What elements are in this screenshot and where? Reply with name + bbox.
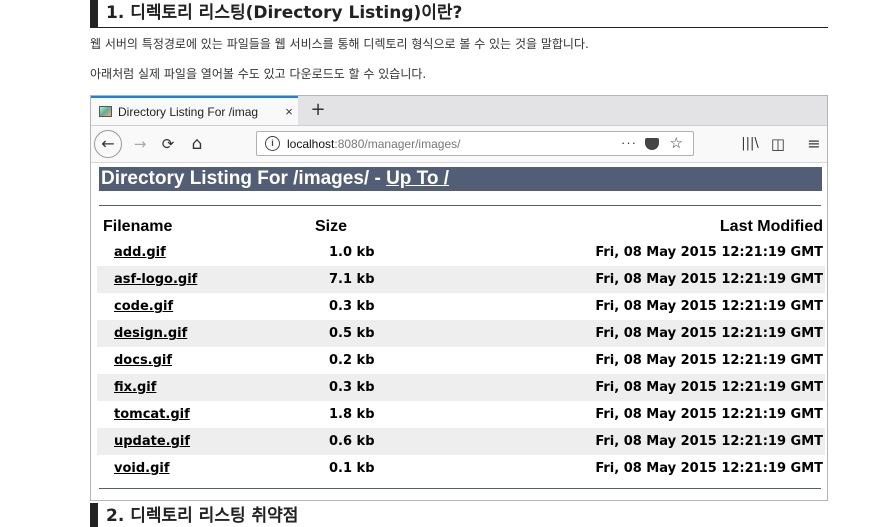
file-name-cell: code.gif — [97, 293, 309, 320]
file-modified: Fri, 08 May 2015 12:21:19 GMT — [595, 407, 823, 422]
table-row: docs.gif 0.2 kb Fri, 08 May 2015 12:21:19 … — [97, 347, 825, 374]
browser-screenshot: Directory Listing For /imag × + ← → ⟳ ⌂ … — [90, 95, 828, 501]
table-row: fix.gif 0.3 kb Fri, 08 May 2015 12:21:19 G… — [97, 374, 825, 401]
file-name-cell: tomcat.gif — [97, 401, 309, 428]
url-text[interactable]: localhost:8080/manager/images/ — [287, 137, 460, 151]
file-modified: Fri, 08 May 2015 12:21:19 GMT — [469, 428, 825, 455]
file-link[interactable]: code.gif — [114, 299, 173, 314]
new-tab-button[interactable]: + — [306, 98, 330, 122]
file-size: 1.0 kb — [329, 245, 375, 260]
page-content: Directory Listing For /images/ - Up To /… — [91, 167, 827, 489]
url-bar[interactable]: i localhost:8080/manager/images/ ··· ☆ — [256, 131, 694, 156]
star-icon[interactable]: ☆ — [670, 134, 683, 152]
url-path: :8080/manager/images/ — [334, 137, 461, 151]
file-modified: Fri, 08 May 2015 12:21:19 GMT — [595, 299, 823, 314]
home-button[interactable]: ⌂ — [186, 133, 208, 155]
file-link[interactable]: asf-logo.gif — [114, 272, 197, 287]
file-name-cell: add.gif — [97, 239, 309, 266]
file-name-cell: docs.gif — [97, 347, 309, 374]
column-header-modified: Last Modified — [719, 217, 823, 235]
column-header-filename: Filename — [103, 217, 173, 235]
up-link[interactable]: Up To / — [386, 168, 449, 189]
column-header-size: Size — [315, 217, 348, 235]
file-modified: Fri, 08 May 2015 12:21:19 GMT — [469, 320, 825, 347]
reload-button[interactable]: ⟳ — [157, 133, 179, 155]
file-size: 0.1 kb — [329, 461, 375, 476]
tab-title: Directory Listing For /imag — [118, 104, 259, 119]
file-size: 0.3 kb — [309, 374, 469, 401]
library-button[interactable]: |||\ — [739, 133, 761, 155]
file-link[interactable]: design.gif — [114, 326, 187, 341]
file-size: 0.3 kb — [329, 299, 375, 314]
file-listing-table: Filename Size Last Modified add.gif 1.0 k… — [97, 214, 825, 482]
file-size: 0.2 kb — [329, 353, 375, 368]
directory-title-text: Directory Listing For /images/ - — [101, 168, 387, 189]
intro-paragraph: 웹 서버의 특정경로에 있는 파일들을 웹 서비스를 통해 디렉토리 형식으로 … — [90, 37, 589, 51]
table-row: void.gif 0.1 kb Fri, 08 May 2015 12:21:19 … — [97, 455, 825, 482]
file-name-cell: fix.gif — [97, 374, 309, 401]
table-row: update.gif 0.6 kb Fri, 08 May 2015 12:21:1… — [97, 428, 825, 455]
table-header-row: Filename Size Last Modified — [97, 214, 825, 239]
file-link[interactable]: update.gif — [114, 434, 190, 449]
section-heading-1: 1. 디렉토리 리스팅(Directory Listing)이란? — [90, 0, 828, 28]
page-actions-button[interactable]: ··· — [621, 135, 637, 150]
forward-button[interactable]: → — [129, 133, 151, 155]
file-name-cell: design.gif — [97, 320, 309, 347]
file-size: 0.5 kb — [309, 320, 469, 347]
directory-title: Directory Listing For /images/ - Up To / — [99, 167, 822, 191]
divider — [99, 205, 821, 206]
file-link[interactable]: docs.gif — [114, 353, 172, 368]
url-host: localhost — [287, 137, 335, 151]
example-paragraph: 아래처럼 실제 파일을 열어볼 수도 있고 다운로드도 할 수 있습니다. — [90, 67, 427, 81]
file-link[interactable]: add.gif — [114, 245, 166, 260]
sidebar-toggle-button[interactable]: ◫ — [767, 133, 789, 155]
table-row: asf-logo.gif 7.1 kb Fri, 08 May 2015 12:21… — [97, 266, 825, 293]
section-heading-2: 2. 디렉토리 리스팅 취약점 — [90, 503, 828, 527]
file-size: 0.6 kb — [309, 428, 469, 455]
file-modified: Fri, 08 May 2015 12:21:19 GMT — [595, 461, 823, 476]
file-link[interactable]: fix.gif — [114, 380, 156, 395]
file-link[interactable]: tomcat.gif — [114, 407, 190, 422]
tab-directory-listing[interactable]: Directory Listing For /imag × — [91, 96, 298, 125]
file-modified: Fri, 08 May 2015 12:21:19 GMT — [595, 353, 823, 368]
back-button[interactable]: ← — [94, 130, 122, 158]
table-row: design.gif 0.5 kb Fri, 08 May 2015 12:21:1… — [97, 320, 825, 347]
menu-button[interactable]: ≡ — [803, 133, 825, 155]
divider-bottom — [99, 488, 821, 489]
file-modified: Fri, 08 May 2015 12:21:19 GMT — [595, 245, 823, 260]
file-size: 1.8 kb — [329, 407, 375, 422]
pocket-icon[interactable] — [645, 138, 659, 150]
file-modified: Fri, 08 May 2015 12:21:19 GMT — [469, 374, 825, 401]
table-row: add.gif 1.0 kb Fri, 08 May 2015 12:21:19 G… — [97, 239, 825, 266]
close-icon[interactable]: × — [280, 104, 298, 119]
navigation-toolbar: ← → ⟳ ⌂ i localhost:8080/manager/images/… — [91, 126, 827, 163]
table-row: code.gif 0.3 kb Fri, 08 May 2015 12:21:19 … — [97, 293, 825, 320]
file-name-cell: void.gif — [97, 455, 309, 482]
image-file-icon — [99, 106, 112, 117]
info-icon[interactable]: i — [265, 136, 280, 151]
file-size: 7.1 kb — [309, 266, 469, 293]
table-row: tomcat.gif 1.8 kb Fri, 08 May 2015 12:21:1… — [97, 401, 825, 428]
tab-bar: Directory Listing For /imag × + — [91, 96, 827, 126]
file-name-cell: update.gif — [97, 428, 309, 455]
file-modified: Fri, 08 May 2015 12:21:19 GMT — [469, 266, 825, 293]
file-link[interactable]: void.gif — [114, 461, 170, 476]
file-name-cell: asf-logo.gif — [97, 266, 309, 293]
